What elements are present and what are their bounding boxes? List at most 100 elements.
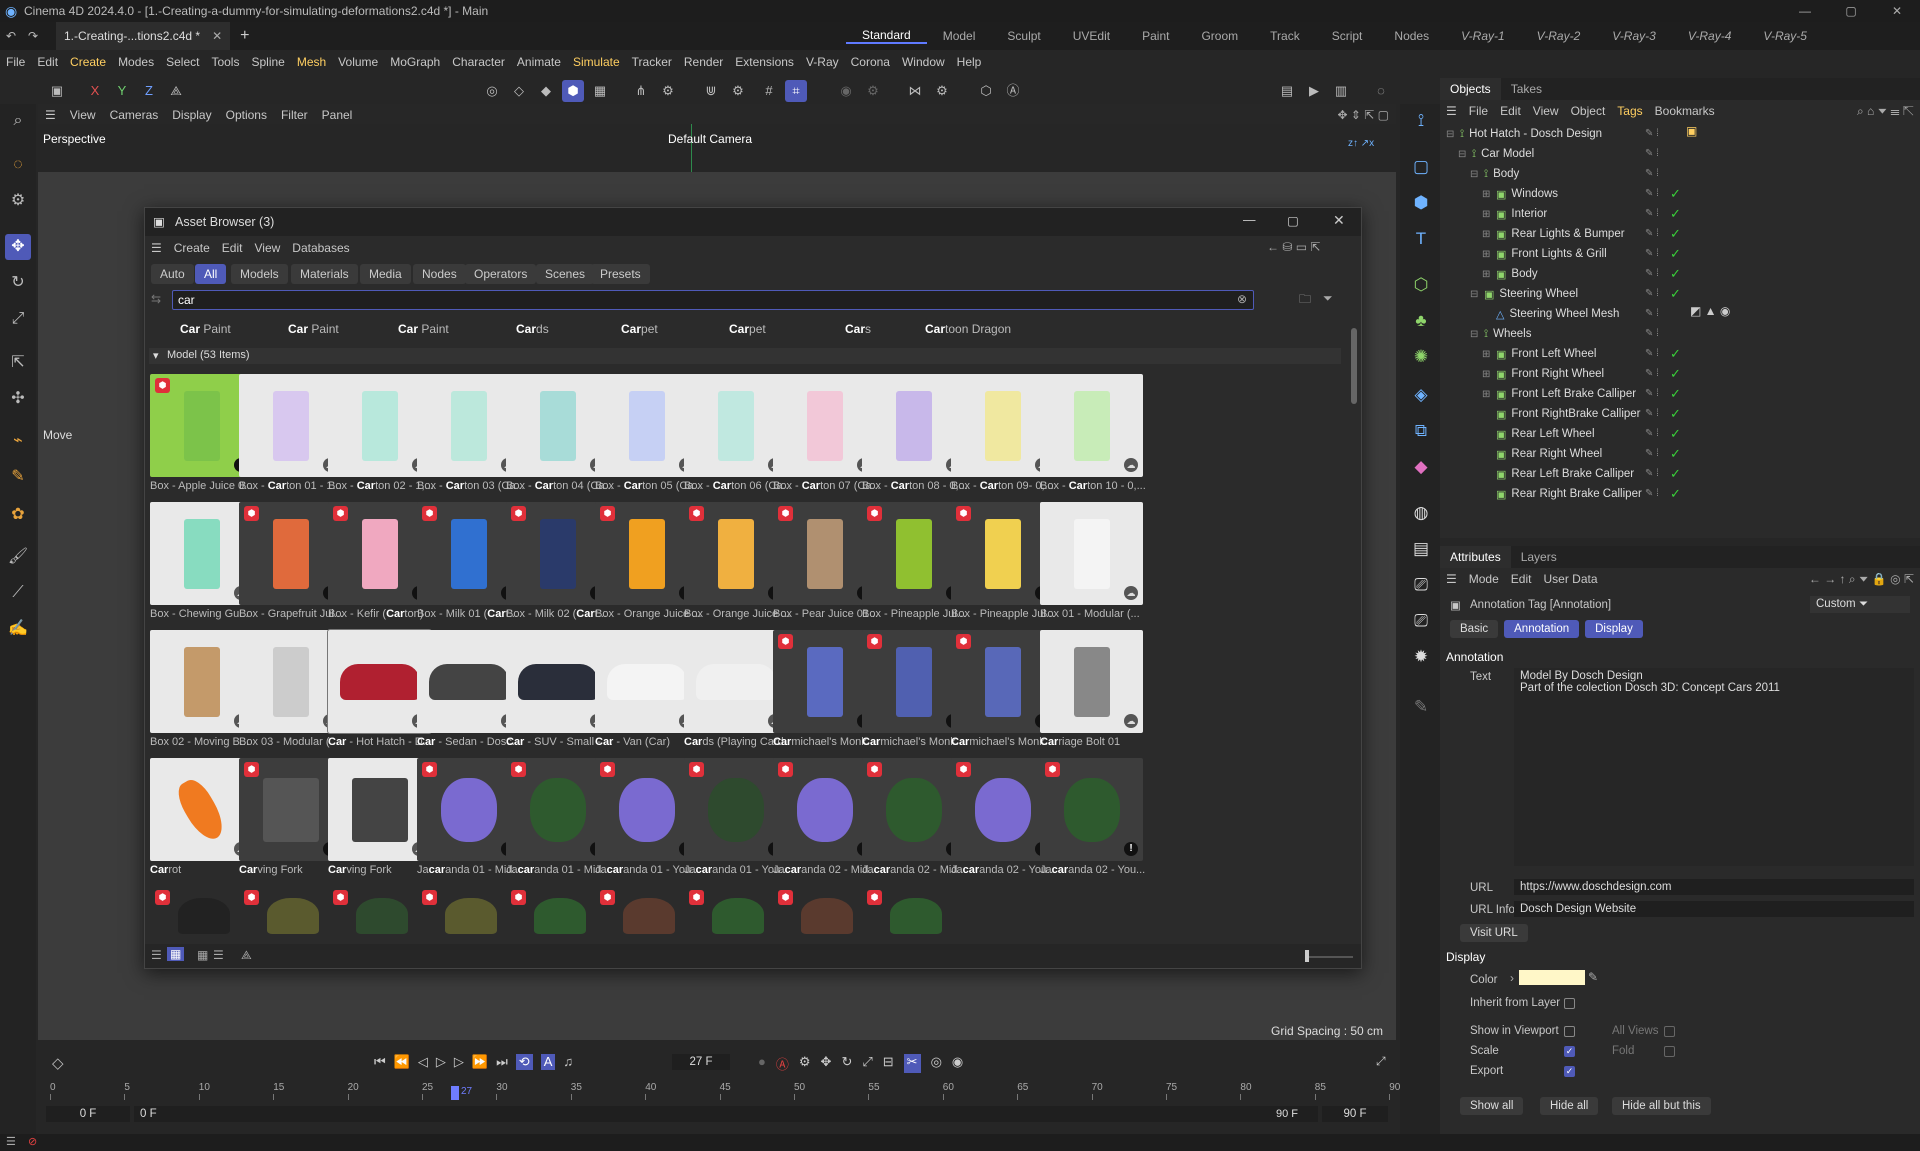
subtab-annotation[interactable]: Annotation	[1504, 620, 1580, 638]
enabled-check-icon[interactable]: ✓	[1670, 224, 1681, 244]
expand-color-icon[interactable]: ›	[1510, 971, 1514, 985]
search-suggestion[interactable]: Cars	[845, 322, 871, 336]
obj-menu-edit[interactable]: Edit	[1494, 104, 1527, 118]
asset-menu-edit[interactable]: Edit	[222, 241, 243, 255]
volume-icon[interactable]: ◆	[1408, 454, 1434, 480]
menu-spline[interactable]: Spline	[245, 55, 290, 69]
visit-url-button[interactable]: Visit URL	[1460, 924, 1528, 942]
search-suggestion[interactable]: Car Paint	[180, 322, 231, 336]
layout-vray-2[interactable]: V-Ray-2	[1521, 29, 1597, 43]
expand-toggle-icon[interactable]: ⊞	[1482, 189, 1492, 200]
visibility-dots-icon[interactable]: ✎ ⁞	[1645, 224, 1659, 244]
layout-sculpt[interactable]: Sculpt	[991, 29, 1056, 43]
object-row[interactable]: ▣ Rear Right Wheel	[1482, 444, 1602, 464]
vp-menu-view[interactable]: View	[63, 108, 103, 122]
asset-thumbnail[interactable]: ☁	[595, 630, 698, 733]
environment-icon[interactable]: ◍	[1408, 500, 1434, 526]
motion-icon[interactable]: ◎	[931, 1054, 942, 1073]
snap-settings-icon[interactable]: ⚙	[657, 80, 679, 102]
asset-thumbnail[interactable]: ☁	[506, 630, 609, 733]
sketch-icon[interactable]: ✎	[5, 464, 31, 490]
object-row[interactable]: ⊟ ▣ Steering Wheel	[1470, 284, 1578, 304]
render-region-icon[interactable]: ◉	[835, 80, 857, 102]
scheme-icon[interactable]: ◉	[952, 1054, 963, 1073]
symmetry-icon[interactable]: ⋈	[904, 80, 926, 102]
filter-models[interactable]: Models	[231, 264, 288, 284]
asset-thumbnail-partial[interactable]	[178, 898, 230, 934]
status-error-icon[interactable]: ⊘	[28, 1135, 37, 1148]
asset-thumbnail[interactable]: ☁	[1040, 502, 1143, 605]
visibility-dots-icon[interactable]: ✎ ⁞	[1645, 144, 1659, 164]
menu-mesh[interactable]: Mesh	[291, 55, 332, 69]
search-options-icon[interactable]: ⏷	[1323, 291, 1333, 306]
filter-nodes[interactable]: Nodes	[413, 264, 466, 284]
asset-thumbnail-partial[interactable]	[801, 898, 853, 934]
subtab-display[interactable]: Display	[1585, 620, 1643, 638]
layout-groom[interactable]: Groom	[1185, 29, 1254, 43]
render-queue-icon[interactable]: ▥	[1330, 80, 1352, 102]
objects-hamburger-icon[interactable]: ☰	[1440, 104, 1463, 118]
prev-key-icon[interactable]: ⏪	[394, 1054, 410, 1070]
menu-help[interactable]: Help	[951, 55, 988, 69]
object-row[interactable]: ▣ Front RightBrake Calliper	[1482, 404, 1641, 424]
tile-view-icon[interactable]: ▦	[197, 948, 208, 962]
filter-auto[interactable]: Auto	[151, 264, 194, 284]
search-suggestion[interactable]: Carpet	[621, 322, 658, 336]
all-views-checkbox[interactable]	[1664, 1026, 1675, 1037]
asset-menu-create[interactable]: Create	[174, 241, 210, 255]
asset-thumbnail-partial[interactable]	[445, 898, 497, 934]
coordinate-system-icon[interactable]: ▣	[46, 80, 68, 102]
search-icon[interactable]: ⌕	[5, 108, 31, 134]
guide-icon[interactable]: Ⓐ	[1002, 80, 1024, 102]
viewport-nav-icons[interactable]: ✥ ⇕ ⇱ ▢	[1330, 108, 1396, 122]
url-field[interactable]: https://www.doschdesign.com	[1514, 879, 1914, 895]
hierarchy-icon[interactable]: ⟁	[241, 948, 252, 963]
document-tab[interactable]: 1.-Creating-...tions2.c4d * ✕	[56, 22, 231, 50]
viewport-hamburger-icon[interactable]: ☰	[38, 108, 63, 122]
fold-checkbox[interactable]	[1664, 1046, 1675, 1057]
obj-menu-object[interactable]: Object	[1565, 104, 1612, 118]
visibility-dots-icon[interactable]: ✎ ⁞	[1645, 244, 1659, 264]
asset-thumbnail[interactable]: ☁	[862, 374, 965, 477]
menu-modes[interactable]: Modes	[112, 55, 160, 69]
cloud-download-icon[interactable]: ☁	[1124, 458, 1138, 472]
menu-animate[interactable]: Animate	[511, 55, 567, 69]
obj-menu-tags[interactable]: Tags	[1611, 104, 1648, 118]
object-row[interactable]: ⊞ ▣ Front Left Wheel	[1482, 344, 1596, 364]
asset-thumbnail[interactable]: ☁	[328, 374, 431, 477]
asset-thumbnail-partial[interactable]	[534, 898, 586, 934]
asset-scrollbar[interactable]	[1351, 328, 1357, 404]
enabled-check-icon[interactable]: ✓	[1670, 284, 1681, 304]
enabled-check-icon[interactable]: ✓	[1670, 404, 1681, 424]
render-view-icon[interactable]: ▤	[1276, 80, 1298, 102]
enabled-check-icon[interactable]: ✓	[1670, 424, 1681, 444]
pen-icon[interactable]: ✎	[1408, 694, 1434, 720]
layout-vray-1[interactable]: V-Ray-1	[1445, 29, 1521, 43]
visibility-dots-icon[interactable]: ✎ ⁞	[1645, 284, 1659, 304]
attr-menu-userdata[interactable]: User Data	[1537, 572, 1603, 586]
close-icon[interactable]: ✕	[1874, 4, 1920, 18]
asset-thumbnail[interactable]: ☁	[239, 374, 342, 477]
asset-thumbnail[interactable]: ☁	[417, 374, 520, 477]
light-icon[interactable]: ⎚	[1408, 608, 1434, 634]
visibility-dots-icon[interactable]: ✎ ⁞	[1645, 344, 1659, 364]
brush-icon[interactable]: 🖌	[5, 544, 31, 570]
expand-toggle-icon[interactable]: ⊞	[1482, 389, 1492, 400]
magnet-settings-icon[interactable]: ⚙	[727, 80, 749, 102]
object-row[interactable]: ⊟ ⟟ Wheels	[1470, 324, 1531, 344]
enabled-check-icon[interactable]: ✓	[1670, 184, 1681, 204]
expand-toggle-icon[interactable]: ⊞	[1482, 209, 1492, 220]
filter-all[interactable]: All	[195, 264, 227, 284]
obj-menu-view[interactable]: View	[1527, 104, 1565, 118]
workplane-icon[interactable]: ⌗	[785, 80, 807, 102]
magnet-icon[interactable]: ⋓	[700, 80, 722, 102]
search-suggestion[interactable]: Car Paint	[288, 322, 339, 336]
grid-view-icon[interactable]: ▦	[167, 947, 185, 961]
vp-menu-display[interactable]: Display	[165, 108, 218, 122]
asset-thumbnail[interactable]: ☁	[150, 758, 253, 861]
enabled-check-icon[interactable]: ✓	[1670, 384, 1681, 404]
asset-menu-databases[interactable]: Databases	[292, 241, 349, 255]
status-menu-icon[interactable]: ☰	[6, 1135, 16, 1148]
axis-y-lock[interactable]: Y	[111, 80, 133, 102]
playhead[interactable]	[451, 1086, 459, 1100]
